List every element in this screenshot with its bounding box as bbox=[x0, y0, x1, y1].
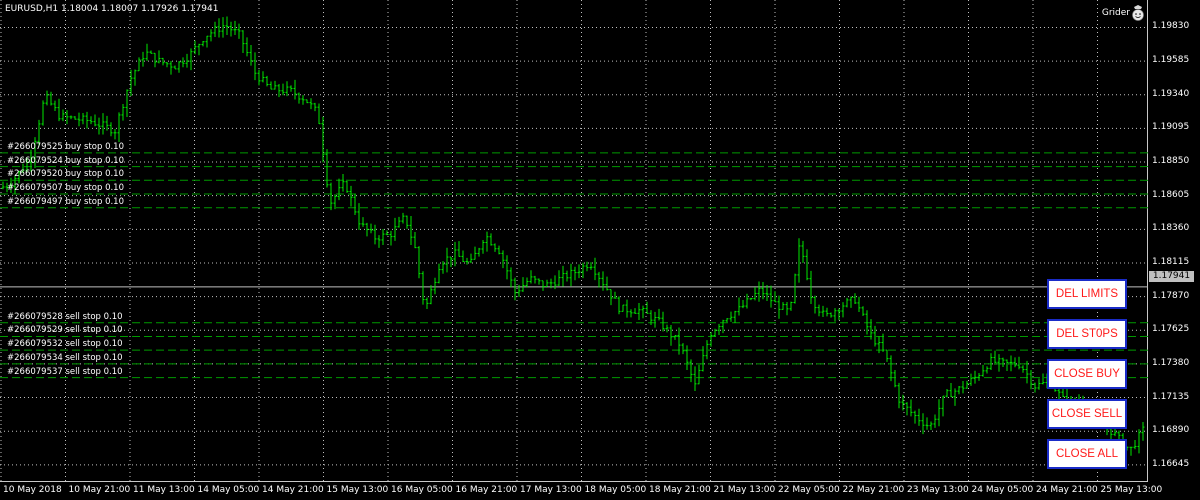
time-scale-label: 21 May 13:00 bbox=[713, 485, 776, 495]
price-scale-label: 1.18360 bbox=[1152, 223, 1190, 234]
time-scale-label: 17 May 13:00 bbox=[520, 485, 582, 495]
order-label: #266079524 buy stop 0.10 bbox=[7, 155, 124, 166]
order-label: #266079497 buy stop 0.10 bbox=[7, 196, 124, 207]
order-label: #266079532 sell stop 0.10 bbox=[7, 339, 123, 350]
price-scale-label: 1.16645 bbox=[1152, 458, 1190, 469]
price-scale-label: 1.17135 bbox=[1152, 391, 1190, 402]
price-scale-label: 1.18850 bbox=[1152, 156, 1190, 167]
close-sell-button[interactable]: CLOSE SELL bbox=[1047, 399, 1127, 429]
time-scale-label: 16 May 21:00 bbox=[455, 485, 518, 495]
order-label: #266079529 sell stop 0.10 bbox=[7, 325, 123, 336]
time-scale-label: 16 May 05:00 bbox=[391, 485, 453, 495]
price-scale-label: 1.18115 bbox=[1152, 256, 1190, 267]
del-stops-button[interactable]: DEL ST0PS bbox=[1047, 319, 1127, 349]
close-buy-button[interactable]: CLOSE BUY bbox=[1047, 359, 1127, 389]
chart-grid bbox=[0, 0, 1148, 482]
price-scale-label: 1.19340 bbox=[1152, 88, 1190, 99]
time-scale-label: 18 May 21:00 bbox=[649, 485, 711, 495]
current-price-tag: 1.17941 bbox=[1149, 271, 1194, 282]
time-scale-label: 24 May 21:00 bbox=[1036, 485, 1098, 495]
del-limits-button[interactable]: DEL LIMITS bbox=[1047, 279, 1127, 309]
expert-advisor-smiley-icon[interactable] bbox=[1131, 5, 1145, 21]
price-scale-label: 1.18605 bbox=[1152, 189, 1190, 200]
time-scale-label: 14 May 21:00 bbox=[262, 485, 324, 495]
order-label: #266079537 sell stop 0.10 bbox=[7, 366, 123, 377]
price-chart[interactable] bbox=[0, 0, 1148, 482]
time-scale-label: 22 May 05:00 bbox=[778, 485, 840, 495]
time-scale-label: 25 May 13:00 bbox=[1100, 485, 1163, 495]
close-all-button[interactable]: CLOSE ALL bbox=[1047, 439, 1127, 469]
expert-advisor-name: Grider bbox=[1101, 8, 1130, 18]
time-scale-label: 24 May 05:00 bbox=[971, 485, 1034, 495]
price-scale-label: 1.16890 bbox=[1152, 425, 1190, 436]
time-scale-label: 15 May 13:00 bbox=[326, 485, 389, 495]
time-scale-label: 18 May 05:00 bbox=[584, 485, 647, 495]
order-label: #266079507 buy stop 0.10 bbox=[7, 183, 124, 194]
price-scale-label: 1.19095 bbox=[1152, 122, 1190, 133]
price-scale-label: 1.17625 bbox=[1152, 324, 1190, 335]
price-bars bbox=[1, 16, 1145, 456]
time-scale-label: 14 May 05:00 bbox=[197, 485, 260, 495]
price-scale-label: 1.19830 bbox=[1152, 21, 1190, 32]
time-scale-label: 22 May 21:00 bbox=[842, 485, 905, 495]
order-label: #266079534 sell stop 0.10 bbox=[7, 352, 123, 363]
time-scale-label: 10 May 21:00 bbox=[68, 485, 131, 495]
chart-title: EURUSD,H1 1.18004 1.18007 1.17926 1.1794… bbox=[5, 4, 219, 14]
price-scale-label: 1.17870 bbox=[1152, 290, 1190, 301]
price-scale-label: 1.17380 bbox=[1152, 357, 1190, 368]
chart-area[interactable] bbox=[0, 0, 1148, 482]
price-scale-label: 1.19585 bbox=[1152, 55, 1190, 66]
time-scale-label: 11 May 13:00 bbox=[133, 485, 195, 495]
order-label: #266079528 sell stop 0.10 bbox=[7, 311, 123, 322]
order-label: #266079525 buy stop 0.10 bbox=[7, 141, 124, 152]
order-label: #266079520 buy stop 0.10 bbox=[7, 169, 124, 180]
time-scale-label: 10 May 2018 bbox=[3, 485, 62, 495]
pending-order-lines bbox=[0, 152, 1148, 379]
time-scale-label: 23 May 13:00 bbox=[907, 485, 969, 495]
